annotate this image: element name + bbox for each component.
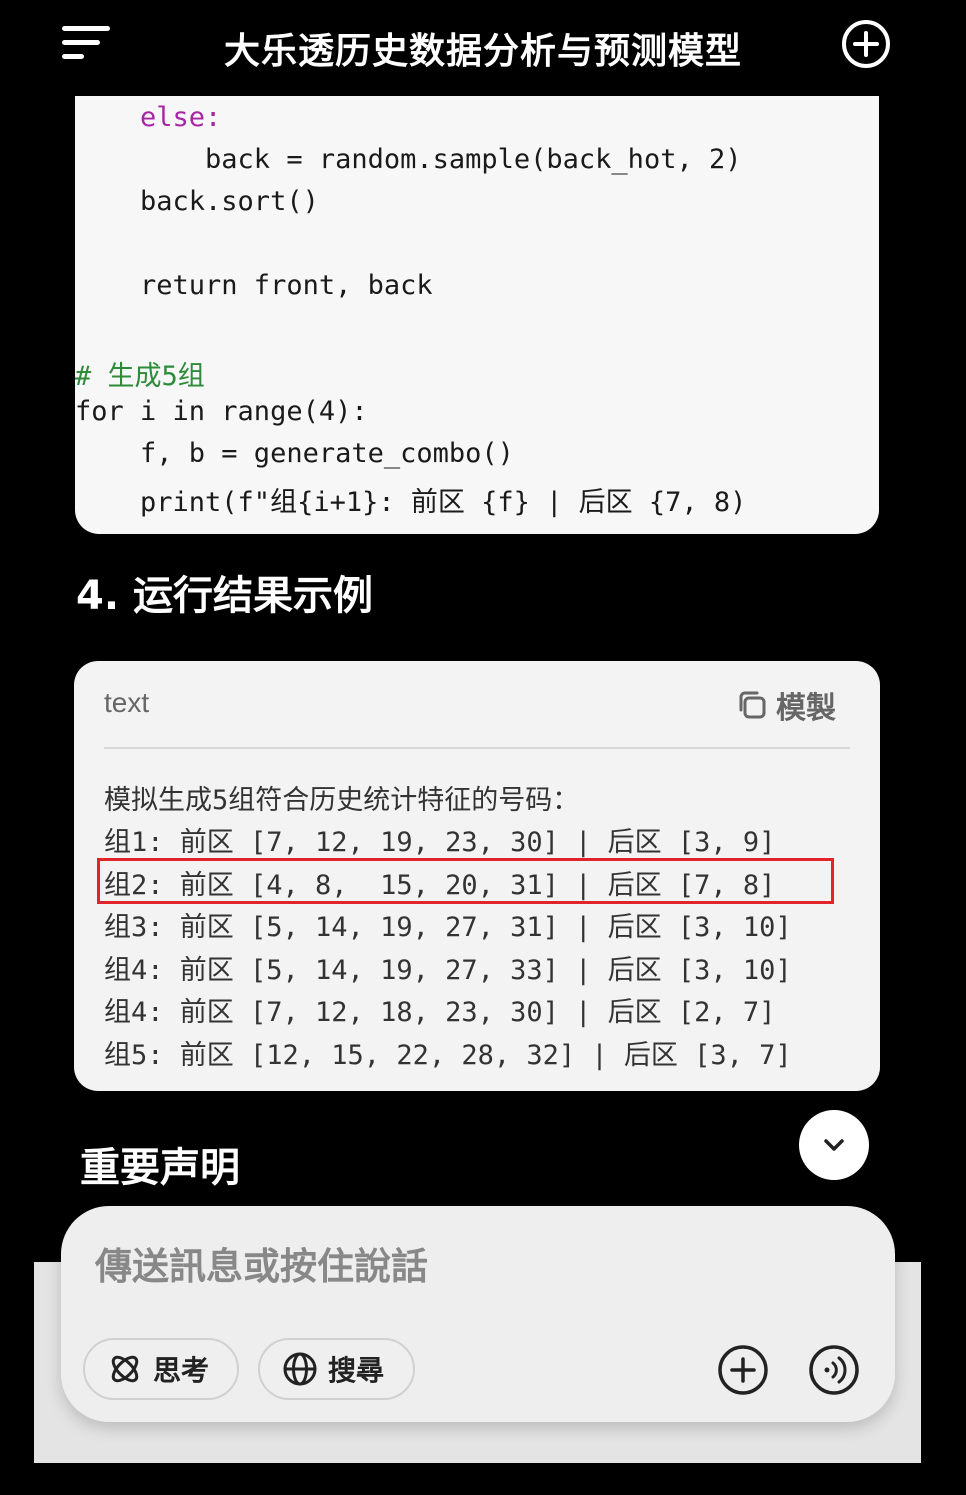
code-language-label: text (104, 687, 150, 718)
code-line: back.sort() (75, 186, 319, 217)
code-line: for i in range(4): (75, 396, 368, 427)
copy-icon (739, 691, 766, 719)
code-line: print(f"组{i+1}: 前区 {f} | 后区 {7, 8) (75, 487, 747, 518)
code-line: else: (75, 102, 222, 133)
highlight-annotation-box (97, 858, 834, 904)
chevron-down-icon (824, 1139, 844, 1151)
output-line: 组3: 前区 [5, 14, 19, 27, 31] | 后区 [3, 10] (104, 912, 792, 943)
code-line: return front, back (75, 270, 433, 301)
code-comment-line: # 生成5组 (75, 361, 205, 392)
output-line: 组4: 前区 [7, 12, 18, 23, 30] | 后区 [2, 7] (104, 997, 776, 1028)
notice-heading: 重要声明 (80, 1145, 240, 1191)
think-button-label: 思考 (153, 1354, 210, 1387)
atom-icon (111, 1355, 139, 1383)
divider (104, 747, 850, 749)
section-heading: 4. 运行结果示例 (76, 573, 373, 619)
search-button[interactable]: 搜尋 (258, 1338, 415, 1400)
think-button[interactable]: 思考 (83, 1338, 239, 1400)
top-bar: 大乐透历史数据分析与预测模型 (0, 0, 966, 96)
output-line: 组4: 前区 [5, 14, 19, 27, 33] | 后区 [3, 10] (104, 955, 792, 986)
page-title: 大乐透历史数据分析与预测模型 (223, 31, 742, 72)
code-line: f, b = generate_combo() (75, 438, 514, 469)
code-line: back = random.sample(back_hot, 2) (75, 144, 742, 175)
search-button-label: 搜尋 (328, 1354, 385, 1387)
output-line: 模拟生成5组符合历史统计特征的号码： (104, 785, 580, 816)
copy-button-label: 模製 (776, 691, 836, 726)
globe-icon (283, 1352, 317, 1386)
output-line: 组5: 前区 [12, 15, 22, 28, 32] | 后区 [3, 7] (104, 1040, 792, 1071)
plus-circle-icon[interactable] (716, 1343, 770, 1397)
scroll-down-button[interactable] (799, 1110, 869, 1180)
code-block: else: back = random.sample(back_hot, 2) … (75, 96, 879, 534)
voice-wave-icon[interactable] (807, 1343, 861, 1397)
plus-circle-icon[interactable] (840, 18, 892, 70)
message-composer: 傳送訊息或按住說話 思考 搜尋 (61, 1206, 895, 1422)
copy-button[interactable]: 模製 (736, 685, 836, 726)
output-line: 组1: 前区 [7, 12, 19, 23, 30] | 后区 [3, 9] (104, 827, 776, 858)
message-input[interactable]: 傳送訊息或按住說話 (95, 1236, 855, 1290)
